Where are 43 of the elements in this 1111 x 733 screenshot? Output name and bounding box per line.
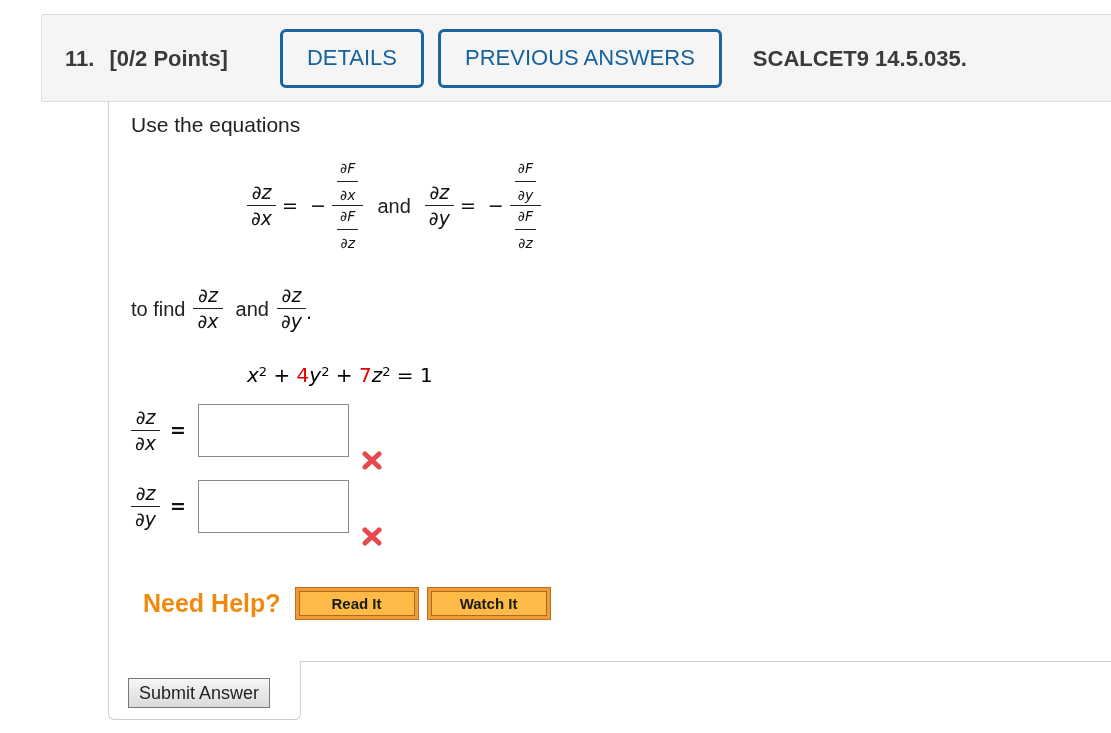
instruction-text: Use the equations bbox=[131, 112, 302, 138]
denominator: ∂x bbox=[196, 309, 220, 334]
denominator: ∂y bbox=[134, 507, 158, 532]
denominator: ∂z bbox=[339, 234, 357, 253]
math-operator: = bbox=[458, 193, 477, 219]
read-it-button[interactable]: Read It bbox=[294, 587, 419, 621]
numerator: ∂F bbox=[516, 207, 535, 226]
denominator: ∂y bbox=[279, 309, 303, 334]
numerator: ∂z bbox=[134, 405, 157, 430]
question-number: 11. bbox=[65, 44, 95, 73]
help-label: Need Help? bbox=[143, 588, 281, 619]
answer-field[interactable] bbox=[198, 404, 349, 457]
numerator: ∂F bbox=[339, 159, 357, 178]
equals-sign: = bbox=[170, 494, 186, 520]
submit-button[interactable]: Submit Answer bbox=[128, 677, 271, 708]
denominator: ∂y bbox=[516, 186, 535, 205]
prose-text: to find bbox=[131, 296, 186, 322]
answer-field[interactable] bbox=[198, 480, 349, 533]
prose-text: and bbox=[376, 193, 412, 219]
details-button[interactable]: DETAILS bbox=[279, 28, 424, 88]
numerator: ∂F bbox=[516, 159, 535, 178]
numerator: ∂z bbox=[428, 180, 451, 205]
denominator: ∂y bbox=[427, 206, 451, 231]
equation-text: x$^{2}$ + 4y$^{2}$ + 7z$^{2}$ = 1 bbox=[247, 362, 434, 388]
numerator: ∂z bbox=[197, 283, 220, 308]
denominator: ∂x bbox=[338, 186, 357, 205]
points-text: [0/2 Points] bbox=[109, 44, 228, 73]
numerator: ∂z bbox=[250, 180, 273, 205]
problem-code: SCALCET9 14.5.035. bbox=[752, 44, 967, 73]
denominator: ∂z bbox=[517, 234, 534, 253]
math-operator: = bbox=[281, 193, 299, 219]
numerator: ∂z bbox=[134, 481, 157, 506]
math-operator: − bbox=[486, 193, 505, 219]
math-operator: − bbox=[309, 193, 327, 219]
equals-sign: = bbox=[170, 418, 186, 444]
numerator: ∂F bbox=[339, 207, 357, 226]
numerator: ∂z bbox=[280, 283, 303, 308]
previous-answers-button[interactable]: PREVIOUS ANSWERS bbox=[438, 28, 722, 88]
prose-text: and bbox=[235, 296, 269, 322]
watch-it-button[interactable]: Watch It bbox=[426, 587, 551, 621]
denominator: ∂x bbox=[250, 206, 274, 231]
punctuation-text: . bbox=[306, 300, 313, 326]
denominator: ∂x bbox=[134, 431, 158, 456]
